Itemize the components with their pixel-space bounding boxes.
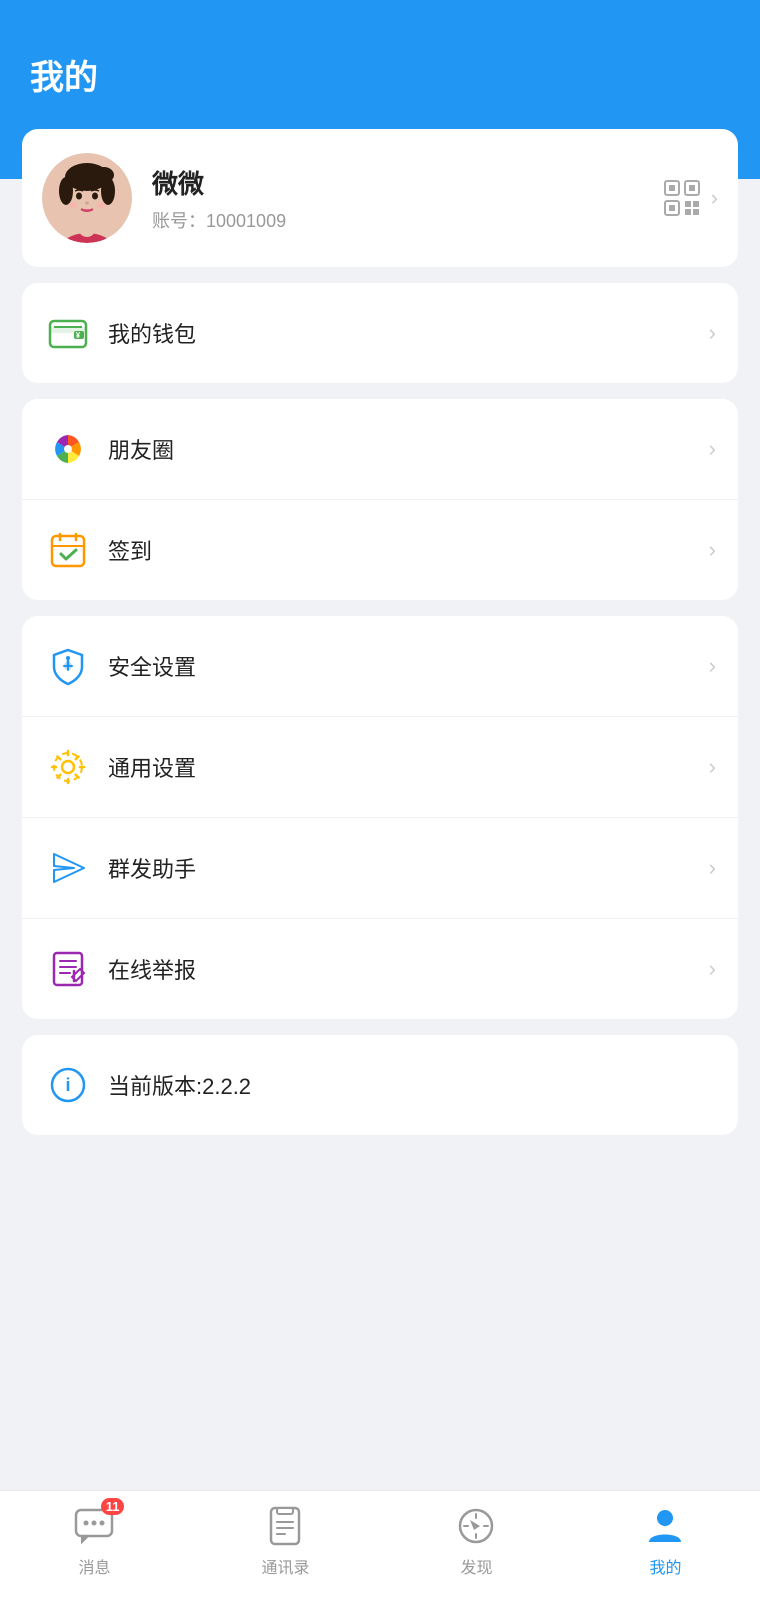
report-icon-wrap xyxy=(44,945,92,993)
profile-card[interactable]: 微微 账号：10001009 xyxy=(22,129,738,267)
info-icon: i xyxy=(46,1063,90,1107)
general-item[interactable]: 通用设置 › xyxy=(22,717,738,818)
broadcast-label: 群发助手 xyxy=(108,852,709,884)
report-item[interactable]: 在线举报 › xyxy=(22,919,738,1019)
report-label: 在线举报 xyxy=(108,953,709,985)
version-card: i 当前版本:2.2.2 xyxy=(22,1035,738,1135)
bottom-navigation: 11 消息 通讯录 发现 xyxy=(0,1490,760,1600)
report-icon xyxy=(46,947,90,991)
broadcast-icon xyxy=(46,846,90,890)
main-content: 微微 账号：10001009 xyxy=(0,129,760,1271)
security-label: 安全设置 xyxy=(108,650,709,682)
wallet-item[interactable]: ¥ 我的钱包 › xyxy=(22,283,738,383)
page-title: 我的 xyxy=(30,50,730,99)
profile-chevron: › xyxy=(711,185,718,211)
checkin-label: 签到 xyxy=(108,534,709,566)
broadcast-item[interactable]: 群发助手 › xyxy=(22,818,738,919)
moments-chevron: › xyxy=(709,436,716,462)
nav-contacts[interactable]: 通讯录 xyxy=(261,1504,309,1578)
contacts-icon xyxy=(263,1504,307,1548)
profile-qr-area[interactable]: › xyxy=(663,179,718,217)
svg-text:i: i xyxy=(65,1075,70,1095)
settings-card: 安全设置 › 通用设置 › xyxy=(22,616,738,1019)
wallet-label: 我的钱包 xyxy=(108,317,709,349)
person-icon xyxy=(643,1504,687,1548)
version-item: i 当前版本:2.2.2 xyxy=(22,1035,738,1135)
avatar xyxy=(42,153,132,243)
qr-icon xyxy=(663,179,701,217)
compass-icon xyxy=(454,1504,498,1548)
nav-mine[interactable]: 我的 xyxy=(643,1504,687,1578)
nav-discover[interactable]: 发现 xyxy=(454,1504,498,1578)
moments-checkin-card: 朋友圈 › 签到 › xyxy=(22,399,738,600)
wallet-chevron: › xyxy=(709,320,716,346)
wallet-card: ¥ 我的钱包 › xyxy=(22,283,738,383)
nav-messages[interactable]: 11 消息 xyxy=(72,1504,116,1578)
svg-text:¥: ¥ xyxy=(76,331,81,340)
checkin-icon-wrap xyxy=(44,526,92,574)
broadcast-icon-wrap xyxy=(44,844,92,892)
wallet-icon-wrap: ¥ xyxy=(44,309,92,357)
nav-messages-label: 消息 xyxy=(78,1554,110,1578)
messages-badge: 11 xyxy=(101,1498,125,1515)
nav-contacts-label: 通讯录 xyxy=(261,1554,309,1578)
report-chevron: › xyxy=(709,956,716,982)
security-chevron: › xyxy=(709,653,716,679)
general-icon xyxy=(46,745,90,789)
general-chevron: › xyxy=(709,754,716,780)
checkin-icon xyxy=(46,528,90,572)
checkin-item[interactable]: 签到 › xyxy=(22,500,738,600)
moments-icon xyxy=(46,427,90,471)
security-icon xyxy=(46,644,90,688)
profile-name: 微微 xyxy=(152,164,663,201)
version-label: 当前版本:2.2.2 xyxy=(108,1069,716,1101)
nav-mine-label: 我的 xyxy=(649,1554,681,1578)
checkin-chevron: › xyxy=(709,537,716,563)
security-icon-wrap xyxy=(44,642,92,690)
broadcast-chevron: › xyxy=(709,855,716,881)
nav-discover-label: 发现 xyxy=(460,1554,492,1578)
wallet-icon: ¥ xyxy=(46,311,90,355)
security-item[interactable]: 安全设置 › xyxy=(22,616,738,717)
general-icon-wrap xyxy=(44,743,92,791)
info-icon-wrap: i xyxy=(44,1061,92,1109)
profile-account: 账号：10001009 xyxy=(152,207,663,233)
moments-label: 朋友圈 xyxy=(108,433,709,465)
profile-info: 微微 账号：10001009 xyxy=(152,164,663,233)
general-label: 通用设置 xyxy=(108,751,709,783)
moments-item[interactable]: 朋友圈 › xyxy=(22,399,738,500)
moments-icon-wrap xyxy=(44,425,92,473)
